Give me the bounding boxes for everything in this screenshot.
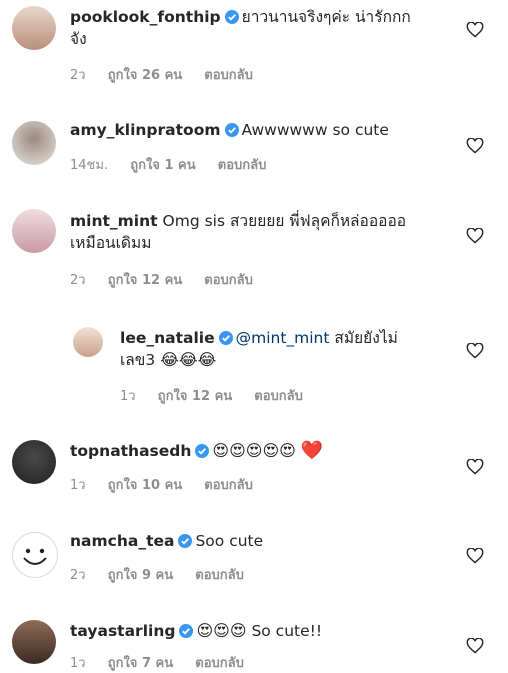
comment-time: 1ว (70, 478, 86, 493)
avatar[interactable] (12, 6, 56, 50)
likes-count[interactable]: ถูกใจ 12 คน (108, 273, 182, 288)
verified-badge-icon (224, 10, 239, 24)
avatar[interactable] (12, 620, 56, 664)
red-heart-icon: ❤️ (300, 440, 324, 461)
likes-count[interactable]: ถูกใจ 26 คน (108, 68, 182, 83)
avatar-smiley-icon[interactable] (12, 532, 58, 578)
verified-badge-icon (224, 123, 239, 137)
avatar[interactable] (73, 327, 103, 357)
likes-count[interactable]: ถูกใจ 7 คน (108, 656, 173, 671)
reply-button[interactable]: ตอบกลับ (195, 568, 244, 583)
likes-count[interactable]: ถูกใจ 1 คน (130, 158, 195, 173)
reply-button[interactable]: ตอบกลับ (195, 656, 244, 671)
like-heart-icon[interactable] (466, 638, 484, 654)
comment-text: Soo cute (195, 532, 264, 550)
heart-eyes-emoji-icon: 😍😍😍😍😍 (212, 441, 296, 460)
likes-count[interactable]: ถูกใจ 12 คน (158, 389, 232, 404)
heart-eyes-emoji-icon: 😍😍😍 (196, 621, 247, 640)
like-heart-icon[interactable] (466, 343, 484, 359)
comment-text: ยาวนานจริงๆค่ะ น่ารักกก (241, 8, 411, 26)
reply-button[interactable]: ตอบกลับ (218, 158, 267, 173)
comment-text: So cute!! (251, 622, 323, 640)
comment-username[interactable]: lee_natalie (120, 329, 215, 347)
comment-username[interactable]: topnathasedh (70, 442, 191, 460)
reply-button[interactable]: ตอบกลับ (204, 273, 253, 288)
like-heart-icon[interactable] (466, 548, 484, 564)
comment-username[interactable]: pooklook_fonthip (70, 8, 221, 26)
verified-badge-icon (195, 444, 210, 458)
reply-button[interactable]: ตอบกลับ (254, 389, 303, 404)
comment-text: สมัยยังไม่ (334, 329, 398, 347)
comment-time: 14ชม. (70, 158, 109, 173)
comment-time: 2ว (70, 568, 86, 583)
comment-time: 1ว (120, 389, 136, 404)
reply-button[interactable]: ตอบกลับ (204, 68, 253, 83)
like-heart-icon[interactable] (466, 459, 484, 475)
reply-button[interactable]: ตอบกลับ (204, 478, 253, 493)
likes-count[interactable]: ถูกใจ 10 คน (108, 478, 182, 493)
avatar[interactable] (12, 209, 56, 253)
verified-badge-icon (218, 331, 233, 345)
laughing-emoji-icon: 😂😂😂 (160, 350, 217, 369)
comment-username[interactable]: tayastarling (70, 622, 175, 640)
mention-link[interactable]: @mint_mint (236, 329, 330, 347)
comment-text-line2: เลข3 (120, 351, 156, 369)
like-heart-icon[interactable] (466, 228, 484, 244)
comment-text: Omg sis สวยยยย พี่ฟลุคก็หล่อออออ (162, 212, 407, 230)
comment-text-line2: เหมือนเดิมม (70, 234, 152, 252)
likes-count[interactable]: ถูกใจ 9 คน (108, 568, 173, 583)
verified-badge-icon (178, 534, 193, 548)
like-heart-icon[interactable] (466, 138, 484, 154)
comment-text: Awwwwww so cute (241, 121, 389, 139)
comment-username[interactable]: namcha_tea (70, 532, 174, 550)
comment-username[interactable]: mint_mint (70, 212, 158, 230)
comment-time: 1ว (70, 656, 86, 671)
avatar[interactable] (12, 121, 56, 165)
like-heart-icon[interactable] (466, 22, 484, 38)
comment-text-line2: จัง (70, 30, 87, 48)
avatar[interactable] (12, 440, 56, 484)
comment-username[interactable]: amy_klinpratoom (70, 121, 221, 139)
verified-badge-icon (179, 624, 194, 638)
comment-time: 2ว (70, 273, 86, 288)
comment-time: 2ว (70, 68, 86, 83)
